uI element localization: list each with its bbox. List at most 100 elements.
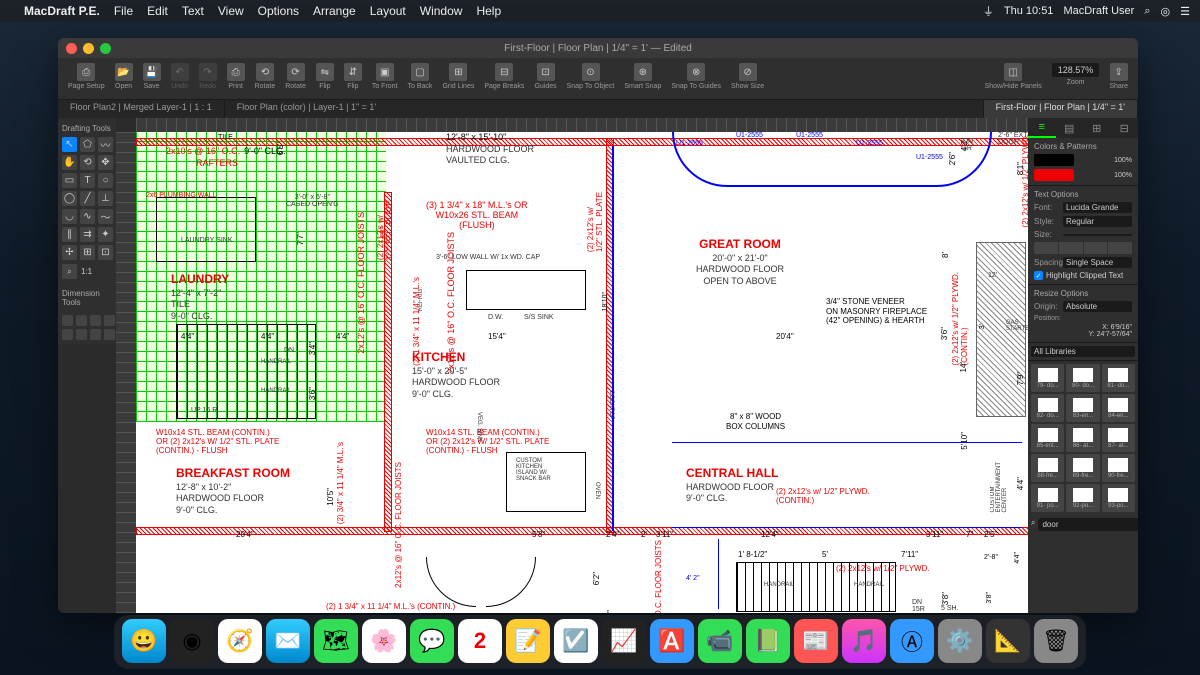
- dim-center[interactable]: [76, 329, 87, 340]
- undo-button[interactable]: ↶Undo: [167, 61, 193, 92]
- dock-safari[interactable]: 🧭: [218, 619, 262, 663]
- dock-mail[interactable]: ✉️: [266, 619, 310, 663]
- dock-finder[interactable]: 😀: [122, 619, 166, 663]
- library-item[interactable]: 80- do...: [1066, 364, 1099, 392]
- flip-h-button[interactable]: ⇋Flip: [312, 61, 338, 92]
- text-tool[interactable]: T: [80, 173, 95, 188]
- dock-macdraft[interactable]: 📐: [986, 619, 1030, 663]
- spotlight-icon[interactable]: ⌕: [1144, 5, 1150, 18]
- guides-button[interactable]: ⊡Guides: [530, 61, 560, 92]
- library-item[interactable]: 85-ent...: [1031, 424, 1064, 452]
- library-item[interactable]: 84-en...: [1102, 394, 1135, 422]
- dock-trash[interactable]: 🗑: [1034, 619, 1078, 663]
- library-item[interactable]: 88-fre...: [1031, 454, 1064, 482]
- fill-swatch[interactable]: [1034, 169, 1074, 181]
- parallel-tool[interactable]: ∥: [62, 227, 77, 242]
- library-item[interactable]: 86- at...: [1066, 424, 1099, 452]
- perp-tool[interactable]: ⊥: [98, 191, 113, 206]
- dock-messages[interactable]: 💬: [410, 619, 454, 663]
- tab-floorplan-color[interactable]: Floor Plan (color) | Layer-1 | 1" = 1': [225, 100, 984, 118]
- star-tool[interactable]: ✦: [98, 227, 113, 242]
- library-item[interactable]: 81- do...: [1102, 364, 1135, 392]
- dim-radial[interactable]: [104, 315, 115, 326]
- menu-view[interactable]: View: [218, 4, 244, 18]
- drag-tool[interactable]: ✥: [98, 155, 113, 170]
- library-item[interactable]: 89-fre...: [1066, 454, 1099, 482]
- to-back-button[interactable]: ▢To Back: [404, 61, 437, 92]
- curve-tool[interactable]: ∿: [80, 209, 95, 224]
- library-item[interactable]: 92-po...: [1066, 484, 1099, 512]
- tab-floorplan2[interactable]: Floor Plan2 | Merged Layer-1 | 1 : 1: [58, 100, 225, 118]
- snap-guides-button[interactable]: ⊗Snap To Guides: [667, 61, 725, 92]
- bezier-tool[interactable]: 〜: [98, 209, 113, 224]
- page-setup-button[interactable]: ⎙Page Setup: [64, 61, 109, 92]
- hand-tool[interactable]: ✋: [62, 155, 77, 170]
- move-tool[interactable]: ✢: [62, 245, 77, 260]
- dock-appstore[interactable]: Ⓐ: [890, 619, 934, 663]
- menu-arrange[interactable]: Arrange: [313, 4, 356, 18]
- show-size-button[interactable]: ⊘Show Size: [727, 61, 768, 92]
- menu-options[interactable]: Options: [258, 4, 299, 18]
- join-tool[interactable]: ⊞: [80, 245, 95, 260]
- minimize-button[interactable]: [83, 43, 94, 54]
- polygon-tool[interactable]: ⬠: [80, 137, 95, 152]
- inspector-tab-align[interactable]: ⊟: [1111, 118, 1139, 138]
- size-select[interactable]: [1063, 234, 1132, 236]
- dim-horiz[interactable]: [62, 315, 73, 326]
- inspector-tab-layers[interactable]: ▤: [1056, 118, 1084, 138]
- library-item[interactable]: 87- at...: [1102, 424, 1135, 452]
- spacing-select[interactable]: Single Space: [1063, 257, 1132, 268]
- to-front-button[interactable]: ▣To Front: [368, 61, 402, 92]
- app-name[interactable]: MacDraft P.E.: [24, 4, 100, 18]
- rotate-tool[interactable]: ⟲: [80, 155, 95, 170]
- library-item[interactable]: 90-fre...: [1102, 454, 1135, 482]
- panels-button[interactable]: ◫Show/Hide Panels: [981, 61, 1046, 92]
- dock-notes[interactable]: 📝: [506, 619, 550, 663]
- align-center-button[interactable]: [1059, 242, 1083, 254]
- redo-button[interactable]: ↷Redo: [195, 61, 221, 92]
- ellipse-tool[interactable]: ◯: [62, 191, 77, 206]
- menu-help[interactable]: Help: [476, 4, 501, 18]
- ruler-horizontal[interactable]: [136, 118, 1028, 132]
- dock-stocks[interactable]: 📈: [602, 619, 646, 663]
- dock-photos[interactable]: 🌸: [362, 619, 406, 663]
- dim-angle[interactable]: [90, 315, 101, 326]
- inspector-tab-grid[interactable]: ⊞: [1083, 118, 1111, 138]
- library-search[interactable]: [1038, 518, 1138, 531]
- smart-snap-button[interactable]: ⊕Smart Snap: [620, 61, 665, 92]
- library-select[interactable]: All Libraries: [1031, 346, 1135, 357]
- zoom-readout[interactable]: 128.57%Zoom: [1048, 61, 1104, 88]
- control-center-icon[interactable]: ◎: [1161, 5, 1171, 18]
- tab-first-floor[interactable]: First-Floor | Floor Plan | 1/4" = 1': [984, 100, 1138, 118]
- menu-file[interactable]: File: [114, 4, 133, 18]
- dock-books[interactable]: 📗: [746, 619, 790, 663]
- grid-button[interactable]: ⊞Grid Lines: [438, 61, 478, 92]
- style-select[interactable]: Regular: [1063, 216, 1132, 227]
- save-button[interactable]: 💾Save: [139, 61, 165, 92]
- rotate-right-button[interactable]: ⟳Rotate: [281, 61, 310, 92]
- snap-object-button[interactable]: ⊙Snap To Object: [563, 61, 619, 92]
- stroke-swatch[interactable]: [1034, 154, 1074, 166]
- flip-v-button[interactable]: ⇵Flip: [340, 61, 366, 92]
- menu-layout[interactable]: Layout: [370, 4, 406, 18]
- library-item[interactable]: 79- do...: [1031, 364, 1064, 392]
- wifi-icon[interactable]: ⏚: [983, 3, 994, 19]
- clip-checkbox[interactable]: ✓: [1034, 271, 1043, 280]
- rotate-left-button[interactable]: ⟲Rotate: [251, 61, 280, 92]
- dock-facetime[interactable]: 📹: [698, 619, 742, 663]
- library-item[interactable]: 91- po...: [1031, 484, 1064, 512]
- open-button[interactable]: 📂Open: [111, 61, 137, 92]
- share-button[interactable]: ⇪Share: [1105, 61, 1132, 92]
- inspector-tab-properties[interactable]: ≡: [1028, 118, 1056, 138]
- menu-text[interactable]: Text: [182, 4, 204, 18]
- dim-area[interactable]: [90, 329, 101, 340]
- arc-tool[interactable]: ◡: [62, 209, 77, 224]
- user-name[interactable]: MacDraft User: [1063, 5, 1134, 17]
- notification-center-icon[interactable]: ☰: [1180, 5, 1190, 18]
- drawing-canvas[interactable]: 2x10's @ 16" O.C.9'-0" CLG. RAFTERS TILE…: [136, 132, 1028, 613]
- library-item[interactable]: 93-po...: [1102, 484, 1135, 512]
- align-justify-button[interactable]: [1108, 242, 1132, 254]
- dim-vert[interactable]: [76, 315, 87, 326]
- dock-itunes[interactable]: 🎵: [842, 619, 886, 663]
- page-breaks-button[interactable]: ⊟Page Breaks: [480, 61, 528, 92]
